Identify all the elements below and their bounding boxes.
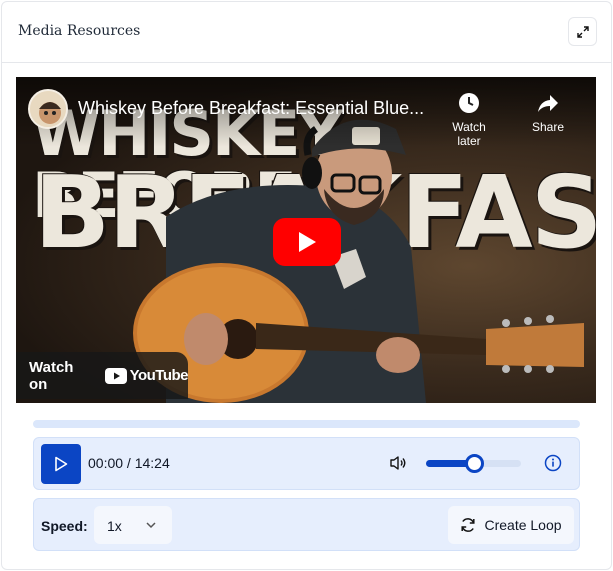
panel-title: Media Resources <box>18 23 141 39</box>
video-embed[interactable]: WHISKEY BEFORE BREAKFAST <box>16 77 596 403</box>
volume-slider-thumb[interactable] <box>465 454 484 473</box>
channel-avatar[interactable] <box>28 89 68 129</box>
share-icon <box>538 95 558 112</box>
play-icon <box>299 232 316 252</box>
watch-later-button[interactable]: Watch later <box>439 91 499 148</box>
watch-on-label: Watch on <box>29 358 74 393</box>
video-title[interactable]: Whiskey Before Breakfast: Essential Blue… <box>78 98 428 119</box>
share-label: Share <box>531 120 565 134</box>
video-progress-track[interactable] <box>33 420 580 428</box>
speed-value: 1x <box>107 518 122 534</box>
panel-header: Media Resources <box>2 2 611 63</box>
info-button[interactable] <box>544 454 562 477</box>
youtube-logo-icon <box>104 367 127 384</box>
create-loop-label: Create Loop <box>484 517 562 533</box>
player-controls: 00:00 / 14:24 <box>33 437 580 490</box>
create-loop-button[interactable]: Create Loop <box>448 506 574 544</box>
play-button[interactable] <box>41 444 81 484</box>
speed-select[interactable]: 1x <box>94 506 172 544</box>
info-icon <box>544 454 562 472</box>
volume-slider[interactable] <box>426 454 521 473</box>
share-button[interactable]: Share <box>518 91 578 134</box>
expand-button[interactable] <box>568 17 597 46</box>
expand-icon <box>576 25 589 38</box>
watch-on-youtube-link[interactable]: Watch on YouTube <box>16 352 189 399</box>
chevron-down-icon <box>146 522 156 529</box>
youtube-logo: YouTube <box>104 367 189 384</box>
speaker-icon <box>390 456 406 470</box>
speed-loop-row: Speed: 1x Create Loop <box>33 498 580 551</box>
play-icon <box>55 456 68 472</box>
youtube-logo-text: YouTube <box>129 367 189 384</box>
video-play-button[interactable] <box>273 218 341 266</box>
volume-button[interactable] <box>389 455 407 476</box>
refresh-icon <box>461 518 476 532</box>
clock-icon <box>459 93 479 113</box>
playback-time: 00:00 / 14:24 <box>88 455 170 471</box>
speed-label: Speed: <box>41 518 88 534</box>
watch-later-label: Watch later <box>452 120 486 148</box>
